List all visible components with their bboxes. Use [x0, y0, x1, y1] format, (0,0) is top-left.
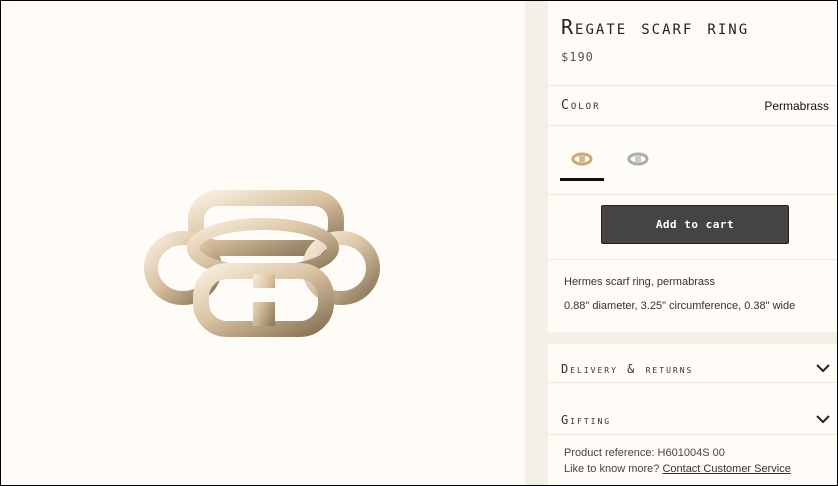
product-price: $190 — [561, 50, 594, 64]
product-image-area — [1, 1, 525, 485]
color-value: Permabrass — [764, 99, 829, 113]
product-title: Regate scarf ring — [561, 15, 750, 39]
section-separator — [548, 332, 837, 344]
product-image[interactable] — [141, 186, 386, 341]
chevron-down-icon — [816, 415, 830, 424]
chevron-down-icon — [816, 364, 830, 373]
contact-customer-service-link[interactable]: Contact Customer Service — [662, 463, 790, 475]
product-reference: Product reference: H601004S 00 — [564, 447, 725, 459]
divider — [548, 259, 837, 260]
divider — [548, 434, 837, 435]
swatch-permabrass[interactable] — [571, 151, 593, 167]
add-to-cart-button[interactable]: Add to cart — [601, 205, 789, 244]
know-more-text: Like to know more? Contact Customer Serv… — [564, 463, 791, 475]
swatch-palladium[interactable] — [627, 151, 649, 167]
accordion-label: Delivery & returns — [561, 362, 694, 376]
divider — [548, 85, 837, 86]
panel-gutter — [525, 1, 548, 485]
divider — [548, 194, 837, 195]
selected-swatch-indicator — [560, 178, 604, 181]
color-label: Color — [561, 98, 601, 113]
know-more-prefix: Like to know more? — [564, 463, 660, 475]
accordion-label: Gifting — [561, 413, 612, 427]
divider — [548, 125, 837, 126]
product-details-panel: Regate scarf ring $190 Color Permabrass … — [548, 1, 837, 485]
description-line-1: Hermes scarf ring, permabrass — [564, 276, 715, 288]
description-line-2: 0.88" diameter, 3.25" circumference, 0.3… — [564, 300, 796, 312]
divider — [548, 382, 837, 383]
